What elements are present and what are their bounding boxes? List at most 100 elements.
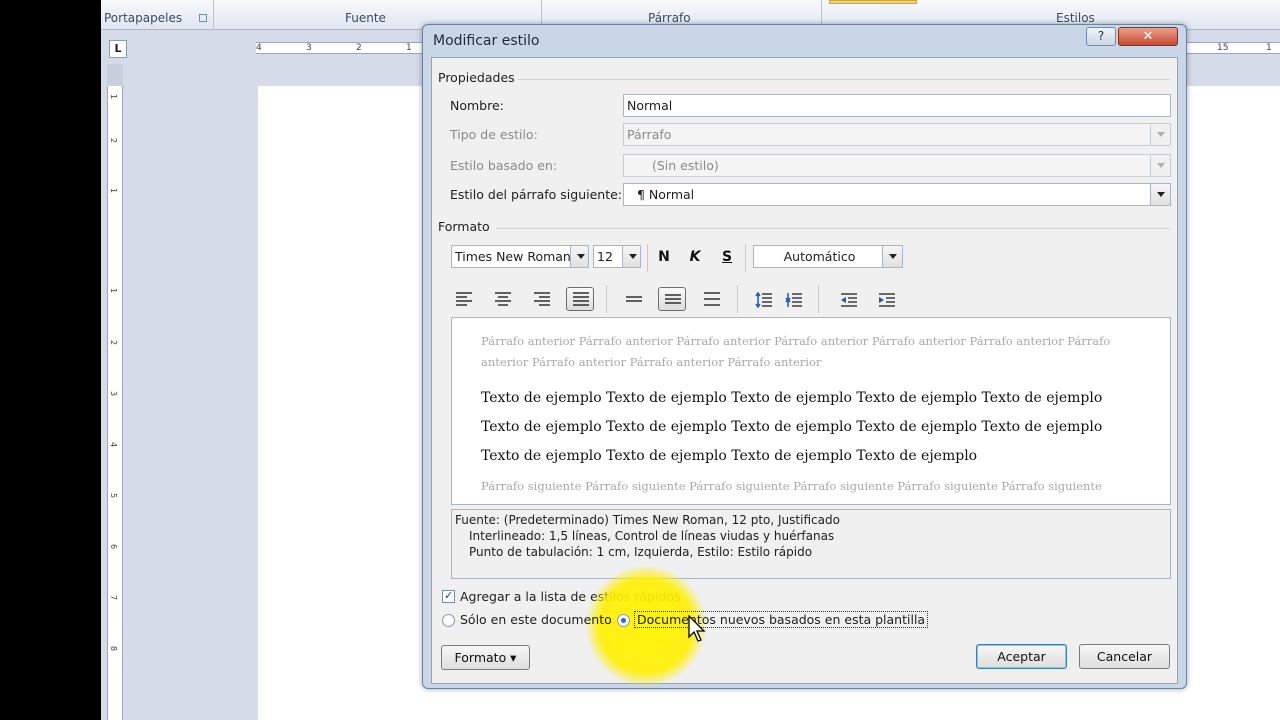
font-color-value: Automático [783,249,856,264]
quick-style-highlight[interactable] [829,0,917,4]
section-divider [518,79,1170,80]
chevron-down-icon [1150,155,1170,176]
next-style-value: ¶ Normal [637,187,695,202]
ribbon-group-fuente: Fuente [345,11,386,25]
toolbar-separator [606,285,607,313]
ruler-tick: 1 [406,43,412,53]
ruler-tick: 1 [1266,43,1272,53]
mouse-pointer-icon [688,615,706,642]
font-name-dropdown[interactable]: Times New Roman [451,245,589,268]
properties-heading: Propiedades [438,70,515,85]
name-label: Nombre: [450,98,504,113]
toolbar-separator [647,244,648,272]
font-size-dropdown[interactable]: 12 [593,245,641,268]
toolbar-separator [745,244,746,272]
ribbon-group-parrafo: Párrafo [648,11,691,25]
preview-sample-line: Texto de ejemplo Texto de ejemplo Texto … [481,448,978,464]
ruler-tick: 3 [306,43,312,53]
align-left-button[interactable] [449,287,477,311]
style-type-dropdown[interactable]: Párrafo [623,123,1171,146]
ruler-tick: 1 [109,187,119,194]
ruler-tick: 15 [1217,43,1229,53]
preview-sample-line: Texto de ejemplo Texto de ejemplo Texto … [481,390,1103,406]
dialog-body: Propiedades Nombre: Normal Tipo de estil… [431,57,1178,686]
underline-button[interactable]: S [714,245,740,269]
format-heading: Formato [438,219,490,234]
vertical-ruler[interactable]: 1 2 1 1 2 3 4 5 6 7 8 [107,86,123,720]
ruler-tick: 1 [109,287,119,294]
space-before-icon [755,292,772,308]
ruler-tick: 4 [256,43,262,53]
description-line: Punto de tabulación: 1 cm, Izquierda, Es… [469,545,813,559]
based-on-value: (Sin estilo) [652,158,719,173]
new-documents-template-radio[interactable] [617,614,630,627]
ruler-tick: 2 [356,43,362,53]
align-center-button[interactable] [488,287,516,311]
close-button[interactable]: ✕ [1118,27,1178,46]
tab-selector-button[interactable]: L [109,40,127,58]
chevron-down-icon [1150,124,1170,145]
style-type-label: Tipo de estilo: [450,127,538,142]
ribbon-separator [213,0,214,30]
ruler-tick: 1 [109,93,119,100]
chevron-down-icon [882,246,902,267]
modificar-estilo-dialog: Modificar estilo ? ✕ Propiedades Nombre:… [422,24,1187,689]
description-line: Interlineado: 1,5 líneas, Control de lín… [469,529,835,543]
ribbon-group-portapapeles: Portapapeles [104,11,183,25]
format-menu-button[interactable]: Formato ▾ [441,645,530,670]
indent-icon [879,293,895,307]
align-center-icon [495,292,511,306]
ruler-tick: 2 [109,339,119,346]
increase-spacing-before-button[interactable] [749,287,777,311]
align-right-icon [534,292,550,306]
align-justify-icon [573,292,589,306]
section-divider [496,228,1170,229]
bold-button[interactable]: N [651,245,677,269]
align-left-icon [456,292,472,306]
decrease-indent-button[interactable] [834,287,862,311]
outdent-icon [841,293,857,307]
line-spacing-double-icon [704,292,720,306]
double-spacing-button[interactable] [697,287,725,311]
style-description: Fuente: (Predeterminado) Times New Roman… [451,509,1171,579]
increase-indent-button[interactable] [872,287,900,311]
toolbar-separator [737,285,738,313]
ruler-tick: 5 [109,492,119,499]
preview-previous-paragraph: Párrafo anterior Párrafo anterior Párraf… [481,334,1111,369]
toolbar-separator [818,285,819,313]
ruler-tick: 6 [109,543,119,550]
only-this-document-radio[interactable] [442,614,455,627]
ribbon-group-estilos: Estilos [1056,11,1095,25]
help-button[interactable]: ? [1086,27,1116,46]
align-right-button[interactable] [527,287,555,311]
font-name-value: Times New Roman [455,249,571,264]
chevron-down-icon [622,246,640,267]
line-spacing-single-icon [626,296,642,302]
line-spacing-1-5-icon [665,294,681,304]
based-on-label: Estilo basado en: [450,158,558,173]
add-quick-styles-checkbox[interactable] [442,589,455,603]
new-documents-template-label[interactable]: Documentos nuevos basados en esta planti… [634,611,929,628]
name-input[interactable]: Normal [623,94,1171,117]
font-size-value: 12 [597,249,613,264]
ruler-tick: 2 [109,137,119,144]
preview-sample-line: Texto de ejemplo Texto de ejemplo Texto … [481,419,1103,435]
style-preview-box: Párrafo anterior Párrafo anterior Párraf… [451,317,1171,505]
ruler-tick: 3 [109,390,119,397]
ruler-tick: 4 [109,441,119,448]
justify-button[interactable] [566,287,594,311]
portapapeles-launcher-icon[interactable] [199,14,207,22]
only-this-document-label[interactable]: Sólo en este documento [460,612,612,627]
italic-button[interactable]: K [682,245,708,269]
cancel-button[interactable]: Cancelar [1079,644,1170,669]
single-spacing-button[interactable] [619,287,647,311]
next-style-dropdown[interactable]: ¶ Normal [623,183,1171,206]
one-and-half-spacing-button[interactable] [658,287,686,311]
accept-button[interactable]: Aceptar [976,644,1067,669]
based-on-dropdown[interactable]: (Sin estilo) [623,154,1171,177]
font-color-dropdown[interactable]: Automático [753,245,903,268]
dialog-title: Modificar estilo [433,33,540,49]
ruler-tick: 7 [109,594,119,601]
style-type-value: Párrafo [627,127,672,142]
decrease-spacing-before-button[interactable] [779,287,807,311]
